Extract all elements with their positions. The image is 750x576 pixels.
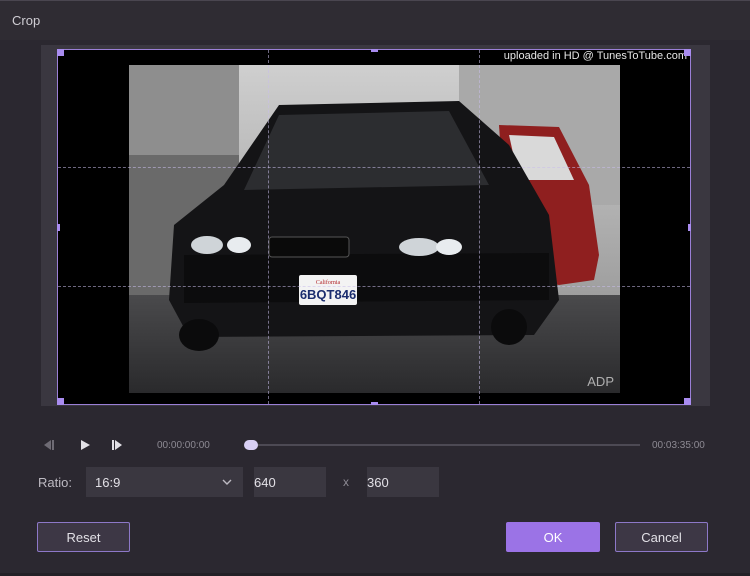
ratio-row: Ratio: 16:9 640 x 360 [0, 466, 750, 497]
crop-handle-top-left[interactable] [57, 49, 64, 56]
current-time: 00:00:00:00 [157, 440, 210, 451]
reset-button[interactable]: Reset [37, 522, 130, 552]
ok-button[interactable]: OK [506, 522, 600, 552]
timeline-knob[interactable] [244, 440, 258, 450]
prev-frame-icon [44, 440, 54, 450]
crop-handle-bottom-right[interactable] [684, 398, 691, 405]
timeline-track[interactable] [245, 444, 640, 446]
height-value: 360 [367, 475, 389, 490]
ratio-select-value: 16:9 [95, 475, 121, 490]
chevron-down-icon [221, 475, 233, 493]
crop-frame[interactable] [57, 49, 691, 405]
grid-line-h1 [58, 167, 690, 168]
next-frame-icon [112, 440, 122, 450]
total-time: 00:03:35:00 [652, 440, 705, 451]
ratio-label: Ratio: [38, 475, 72, 490]
grid-line-h2 [58, 286, 690, 287]
crop-handle-bottom-left[interactable] [57, 398, 64, 405]
width-input[interactable]: 640 [254, 467, 326, 497]
prev-frame-button[interactable] [40, 438, 56, 452]
dimension-separator: x [343, 475, 349, 489]
crop-handle-left[interactable] [57, 224, 60, 231]
crop-handle-top-right[interactable] [684, 49, 691, 56]
preview-area: California 6BQT846 ADP uploaded in HD @ … [41, 45, 710, 406]
crop-handle-top[interactable] [371, 49, 378, 52]
grid-line-v1 [268, 50, 269, 404]
height-input[interactable]: 360 [367, 467, 439, 497]
next-frame-button[interactable] [110, 438, 126, 452]
width-value: 640 [254, 475, 276, 490]
crop-handle-bottom[interactable] [371, 402, 378, 405]
crop-handle-right[interactable] [688, 224, 691, 231]
window-title: Crop [12, 13, 41, 28]
ratio-select[interactable]: 16:9 [86, 467, 243, 497]
playback-bar: 00:00:00:00 00:03:35:00 [0, 430, 750, 460]
grid-line-v2 [479, 50, 480, 404]
cancel-button[interactable]: Cancel [615, 522, 708, 552]
play-icon [81, 440, 90, 450]
play-button[interactable] [77, 438, 93, 452]
title-bar: Crop [0, 0, 750, 40]
